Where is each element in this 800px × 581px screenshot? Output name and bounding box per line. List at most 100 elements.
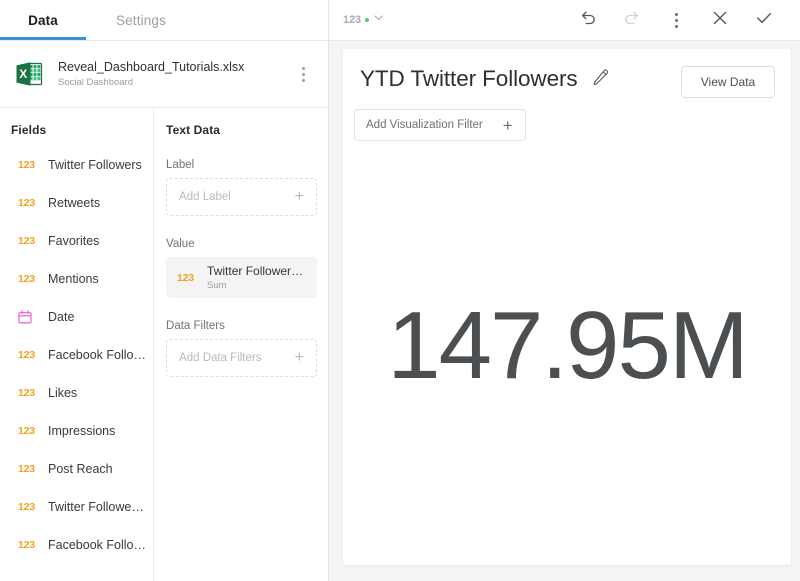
- field-item-retweets[interactable]: 123 Retweets: [0, 184, 153, 222]
- kebab-dot: [302, 67, 305, 70]
- visualization-title-wrap: YTD Twitter Followers: [360, 65, 681, 93]
- number-field-icon: 123: [18, 235, 40, 247]
- field-item-date[interactable]: Date: [0, 298, 153, 336]
- add-label-dropzone[interactable]: Add Label +: [166, 178, 317, 216]
- field-label: Favorites: [48, 233, 99, 249]
- visualization-header: YTD Twitter Followers View Data: [343, 49, 791, 98]
- fields-title: Fields: [0, 108, 153, 137]
- number-field-icon: 123: [177, 272, 201, 284]
- add-visualization-filter-button[interactable]: Add Visualization Filter +: [354, 109, 526, 141]
- visualization-card: YTD Twitter Followers View Data: [343, 49, 791, 565]
- number-field-icon: 123: [18, 349, 40, 361]
- view-data-button[interactable]: View Data: [681, 66, 775, 98]
- editor-toolbar: 123: [329, 0, 800, 41]
- view-data-label: View Data: [701, 75, 755, 89]
- plus-icon[interactable]: +: [295, 189, 304, 205]
- plus-icon[interactable]: +: [295, 350, 304, 366]
- field-item-facebook-followers[interactable]: 123 Facebook Followers: [0, 336, 153, 374]
- datasource-row[interactable]: X Reveal_Dashboard_Tutorials.xlsx Social…: [0, 41, 328, 108]
- checkmark-icon: [754, 8, 774, 33]
- number-field-icon: 123: [18, 463, 40, 475]
- field-label: Facebook Followers: [48, 347, 147, 363]
- close-icon: [710, 8, 730, 33]
- kpi-body: 147.95M: [343, 141, 791, 565]
- add-visualization-filter-label: Add Visualization Filter: [366, 119, 483, 131]
- value-chip-texts: Twitter Followers B ... Sum: [207, 264, 307, 292]
- datasource-name: Reveal_Dashboard_Tutorials.xlsx: [58, 59, 292, 75]
- plus-icon: +: [503, 117, 513, 134]
- value-chip-title: Twitter Followers B ...: [207, 264, 307, 279]
- field-item-likes[interactable]: 123 Likes: [0, 374, 153, 412]
- field-label: Impressions: [48, 423, 115, 439]
- cancel-button[interactable]: [698, 0, 742, 41]
- number-field-icon: 123: [18, 273, 40, 285]
- excel-file-icon: X: [14, 59, 44, 89]
- fields-list: 123 Twitter Followers 123 Retweets 123 F…: [0, 146, 153, 564]
- undo-icon: [578, 8, 598, 33]
- value-field-chip[interactable]: 123 Twitter Followers B ... Sum: [166, 257, 317, 298]
- kebab-dot: [302, 73, 305, 76]
- status-dot-icon: [365, 18, 369, 22]
- field-label: Twitter Followers By...: [48, 499, 147, 515]
- datasource-menu-button[interactable]: [292, 60, 314, 88]
- chevron-down-icon: [372, 11, 385, 29]
- number-field-icon: 123: [18, 501, 40, 513]
- field-label: Retweets: [48, 195, 100, 211]
- panel-columns: Fields 123 Twitter Followers 123 Retweet…: [0, 108, 328, 581]
- fields-pane: Fields 123 Twitter Followers 123 Retweet…: [0, 108, 154, 581]
- number-field-icon: 123: [18, 197, 40, 209]
- field-label: Mentions: [48, 271, 99, 287]
- redo-button[interactable]: [610, 0, 654, 41]
- visualization-type-selector[interactable]: 123: [341, 8, 387, 32]
- number-field-icon: 123: [18, 539, 40, 551]
- undo-button[interactable]: [566, 0, 610, 41]
- visualization-title: YTD Twitter Followers: [360, 65, 578, 93]
- field-label: Likes: [48, 385, 77, 401]
- more-options-button[interactable]: [654, 0, 698, 41]
- datasource-subtitle: Social Dashboard: [58, 76, 292, 89]
- field-item-favorites[interactable]: 123 Favorites: [0, 222, 153, 260]
- field-item-post-reach[interactable]: 123 Post Reach: [0, 450, 153, 488]
- svg-text:X: X: [19, 67, 27, 81]
- kpi-value: 147.95M: [387, 298, 747, 394]
- visualization-filter-row: Add Visualization Filter +: [343, 98, 791, 141]
- add-data-filters-placeholder: Add Data Filters: [179, 352, 261, 364]
- kebab-dot: [675, 25, 678, 28]
- kebab-dot: [675, 19, 678, 22]
- field-label: Twitter Followers: [48, 157, 142, 173]
- number-field-icon: 123: [18, 425, 40, 437]
- kebab-dot: [302, 79, 305, 82]
- tab-data[interactable]: Data: [0, 0, 86, 40]
- number-field-icon: 123: [18, 387, 40, 399]
- confirm-button[interactable]: [742, 0, 786, 41]
- number-field-icon: 123: [18, 159, 40, 171]
- field-label: Post Reach: [48, 461, 113, 477]
- add-label-placeholder: Add Label: [179, 191, 231, 203]
- kebab-menu-icon: [665, 6, 687, 34]
- field-item-facebook-followers-by[interactable]: 123 Facebook Followers...: [0, 526, 153, 564]
- panel-tabs: Data Settings: [0, 0, 328, 41]
- add-data-filters-dropzone[interactable]: Add Data Filters +: [166, 339, 317, 377]
- field-item-impressions[interactable]: 123 Impressions: [0, 412, 153, 450]
- redo-icon: [622, 8, 642, 33]
- visualization-type-label: 123: [343, 14, 361, 26]
- value-section-heading: Value: [154, 238, 328, 250]
- tab-active-indicator: [0, 37, 86, 40]
- visualization-area: 123: [329, 0, 800, 581]
- field-item-twitter-followers-by[interactable]: 123 Twitter Followers By...: [0, 488, 153, 526]
- text-data-title: Text Data: [154, 108, 328, 137]
- visualization-card-area: YTD Twitter Followers View Data: [329, 41, 800, 581]
- data-panel: Data Settings X: [0, 0, 329, 581]
- field-item-mentions[interactable]: 123 Mentions: [0, 260, 153, 298]
- data-filters-section-heading: Data Filters: [154, 320, 328, 332]
- tab-settings[interactable]: Settings: [86, 0, 196, 40]
- visualization-editor: Data Settings X: [0, 0, 800, 581]
- field-label: Date: [48, 309, 74, 325]
- field-item-twitter-followers[interactable]: 123 Twitter Followers: [0, 146, 153, 184]
- datasource-texts: Reveal_Dashboard_Tutorials.xlsx Social D…: [58, 59, 292, 89]
- field-label: Facebook Followers...: [48, 537, 147, 553]
- edit-title-button[interactable]: [590, 68, 612, 90]
- pencil-icon: [591, 67, 611, 92]
- value-chip-aggregation: Sum: [207, 280, 307, 292]
- tab-settings-label: Settings: [116, 13, 166, 28]
